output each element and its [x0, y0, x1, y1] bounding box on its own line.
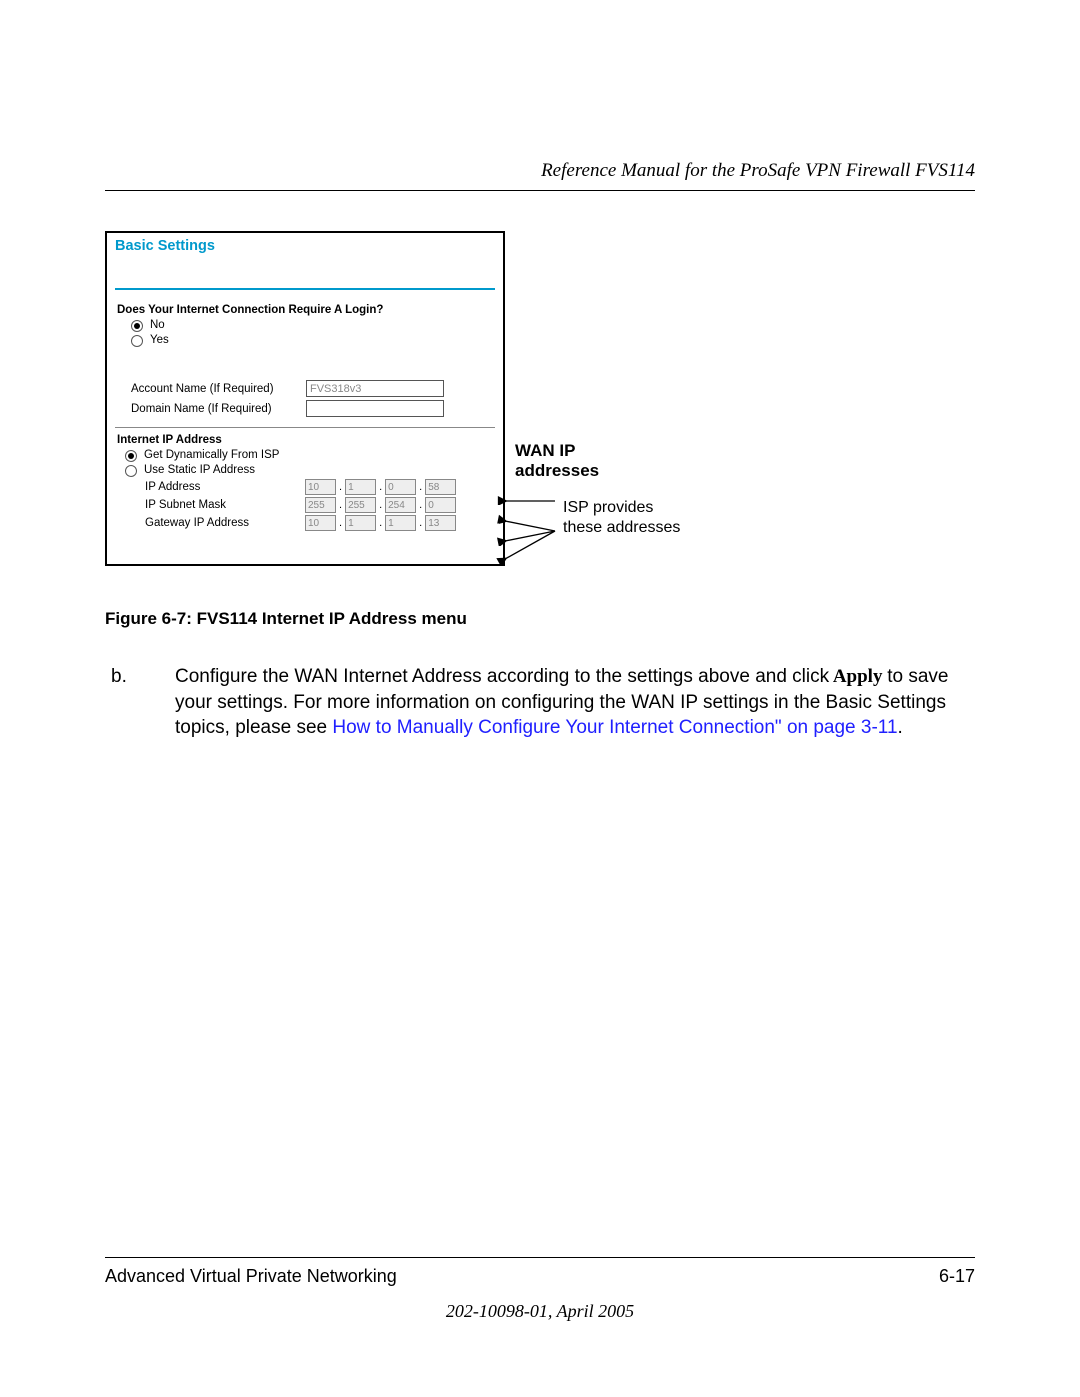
- radio-yes-icon[interactable]: [131, 335, 143, 347]
- gw-oct2[interactable]: [345, 515, 376, 531]
- radio-row-no[interactable]: No: [117, 319, 493, 331]
- account-name-label: Account Name (If Required): [117, 383, 306, 395]
- footer-section-title: Advanced Virtual Private Networking: [105, 1266, 397, 1287]
- ip-address-row: IP Address . . .: [117, 479, 493, 495]
- cross-ref-page-link[interactable]: page 3-11: [813, 717, 897, 738]
- radio-row-dynamic[interactable]: Get Dynamically From ISP: [117, 449, 493, 461]
- subnet-oct1[interactable]: [305, 497, 336, 513]
- radio-dynamic-label: Get Dynamically From ISP: [144, 449, 279, 461]
- footer-page-number: 6-17: [939, 1266, 975, 1287]
- panel-title: Basic Settings: [107, 233, 503, 258]
- subnet-label: IP Subnet Mask: [117, 499, 305, 511]
- subnet-oct3[interactable]: [385, 497, 416, 513]
- list-letter: b.: [143, 664, 175, 690]
- ip-addr-oct3[interactable]: [385, 479, 416, 495]
- page-footer: Advanced Virtual Private Networking 6-17…: [105, 1257, 975, 1322]
- name-section: Account Name (If Required) Domain Name (…: [107, 380, 503, 417]
- login-section: Does Your Internet Connection Require A …: [107, 304, 503, 346]
- panel-rule: [115, 288, 495, 290]
- domain-name-label: Domain Name (If Required): [117, 403, 306, 415]
- body-paragraph: b.Configure the WAN Internet Address acc…: [105, 664, 975, 741]
- rule-top: [105, 190, 975, 191]
- ip-addr-oct2[interactable]: [345, 479, 376, 495]
- login-question: Does Your Internet Connection Require A …: [117, 304, 493, 316]
- gw-oct1[interactable]: [305, 515, 336, 531]
- subnet-oct2[interactable]: [345, 497, 376, 513]
- radio-static-icon[interactable]: [125, 465, 137, 477]
- ip-section: Internet IP Address Get Dynamically From…: [107, 434, 503, 531]
- radio-no-label: No: [150, 319, 165, 331]
- gateway-row: Gateway IP Address . . .: [117, 515, 493, 531]
- annotation-text: ISP provides these addresses: [563, 498, 680, 538]
- internet-ip-heading: Internet IP Address: [117, 434, 493, 446]
- rule-bottom: [105, 1257, 975, 1258]
- annotation-title: WAN IP addresses: [515, 441, 680, 480]
- radio-yes-label: Yes: [150, 334, 169, 346]
- radio-no-icon[interactable]: [131, 320, 143, 332]
- domain-name-input[interactable]: [306, 400, 444, 417]
- annotation-block: WAN IP addresses ISP provides these addr…: [515, 441, 680, 538]
- cross-ref-link[interactable]: How to Manually Configure Your Internet …: [327, 717, 813, 738]
- ip-addr-oct1[interactable]: [305, 479, 336, 495]
- running-header: Reference Manual for the ProSafe VPN Fir…: [105, 160, 975, 182]
- ip-address-label: IP Address: [117, 481, 305, 493]
- section-rule: [115, 427, 495, 428]
- radio-row-static[interactable]: Use Static IP Address: [117, 464, 493, 476]
- subnet-row: IP Subnet Mask . . .: [117, 497, 493, 513]
- footer-doc-number: 202-10098-01, April 2005: [105, 1301, 975, 1322]
- gw-oct3[interactable]: [385, 515, 416, 531]
- radio-static-label: Use Static IP Address: [144, 464, 255, 476]
- radio-row-yes[interactable]: Yes: [117, 334, 493, 346]
- account-name-input[interactable]: [306, 380, 444, 397]
- figure-caption: Figure 6-7: FVS114 Internet IP Address m…: [105, 609, 975, 629]
- figure-area: Basic Settings Does Your Internet Connec…: [105, 231, 975, 581]
- radio-dynamic-icon[interactable]: [125, 450, 137, 462]
- apply-word: Apply: [829, 666, 887, 687]
- gateway-label: Gateway IP Address: [117, 517, 305, 529]
